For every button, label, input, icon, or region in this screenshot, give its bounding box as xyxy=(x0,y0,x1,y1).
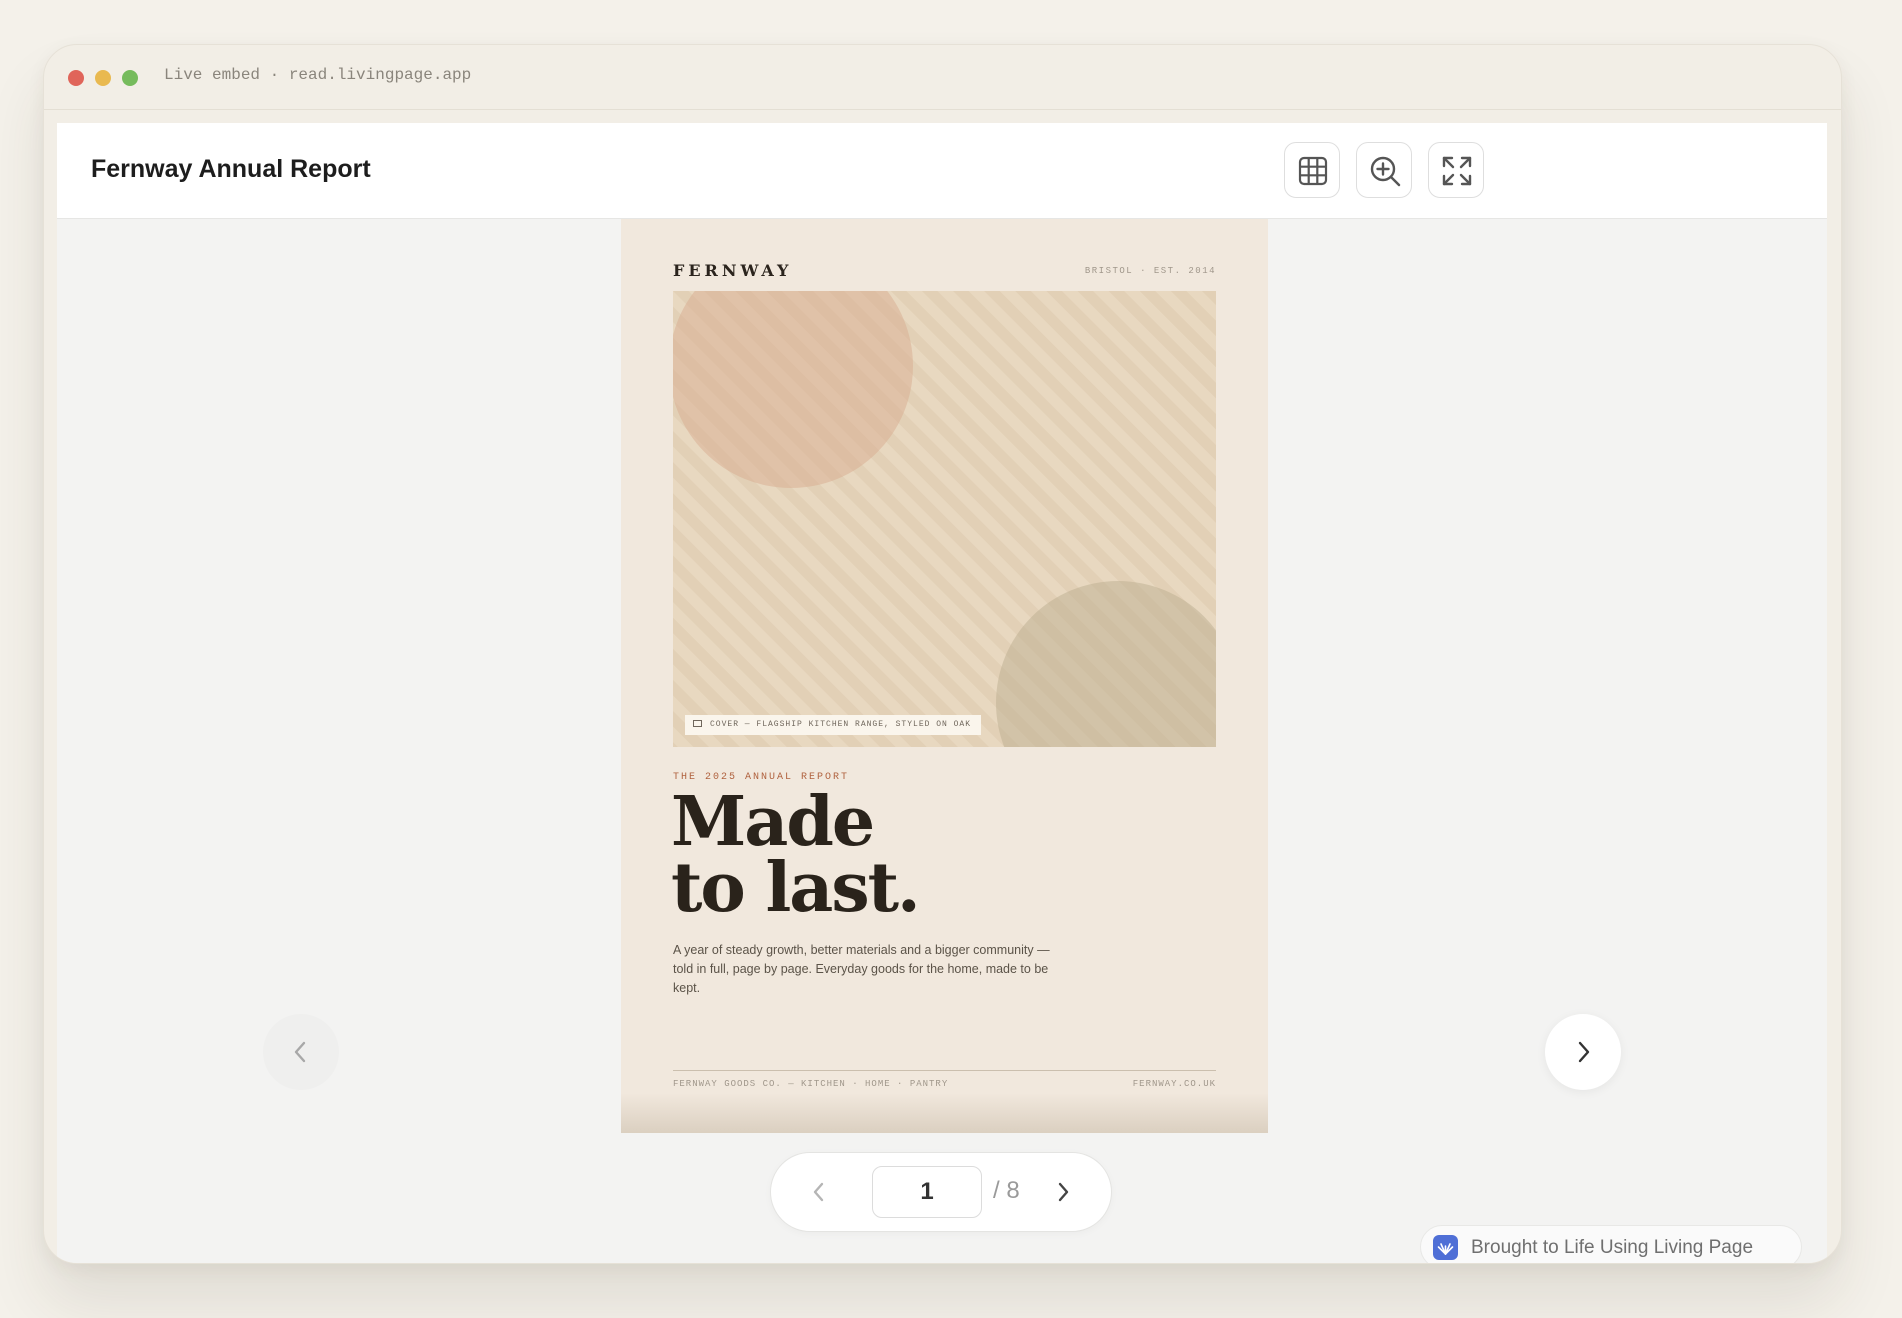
window-titlebar: Live embed · read.livingpage.app xyxy=(44,45,1841,110)
pager-previous-button[interactable] xyxy=(805,1178,833,1206)
page-stage: FERNWAY BRISTOL · EST. 2014 COVER — FLAG… xyxy=(57,219,1827,1263)
grid-icon xyxy=(1298,156,1328,186)
page-bottom-shadow xyxy=(621,1093,1268,1133)
cover-artwork xyxy=(673,291,1216,747)
brand-meta: BRISTOL · EST. 2014 xyxy=(1084,266,1216,276)
minimize-window-button[interactable] xyxy=(95,70,111,86)
image-icon xyxy=(693,720,702,727)
chevron-right-icon xyxy=(1058,1182,1069,1202)
footer-divider xyxy=(673,1070,1216,1071)
fullscreen-button[interactable] xyxy=(1428,142,1484,198)
chevron-left-icon xyxy=(813,1182,824,1202)
page-total: / 8 xyxy=(993,1177,1020,1204)
zoom-in-icon xyxy=(1370,156,1401,187)
chevron-right-icon xyxy=(1578,1041,1590,1063)
viewer-header: Fernway Annual Report xyxy=(57,123,1827,219)
previous-page-button[interactable] xyxy=(263,1014,339,1090)
close-window-button[interactable] xyxy=(68,70,84,86)
cover-headline: Made to last. xyxy=(671,782,921,928)
page-footer-left: FERNWAY GOODS CO. — KITCHEN · HOME · PAN… xyxy=(673,1079,949,1089)
next-page-button[interactable] xyxy=(1545,1014,1621,1090)
browser-window: Live embed · read.livingpage.app Fernway… xyxy=(43,44,1842,1264)
living-page-badge[interactable]: Brought to Life Using Living Page xyxy=(1420,1225,1802,1263)
headline-line-1: Made xyxy=(671,782,875,862)
badge-label: Brought to Life Using Living Page xyxy=(1471,1237,1754,1258)
cover-image-placeholder: COVER — FLAGSHIP KITCHEN RANGE, STYLED O… xyxy=(673,291,1216,747)
flipbook-viewer: Fernway Annual Report FERNWAY BRISTOL · … xyxy=(57,123,1827,1263)
living-page-logo-icon xyxy=(1433,1235,1458,1260)
grid-view-button[interactable] xyxy=(1284,142,1340,198)
pager-next-button[interactable] xyxy=(1049,1178,1077,1206)
expand-icon xyxy=(1442,156,1472,186)
headline-line-2: to last. xyxy=(671,848,921,928)
embed-url-label: Live embed · read.livingpage.app xyxy=(164,66,472,84)
maximize-window-button[interactable] xyxy=(122,70,138,86)
chevron-left-icon xyxy=(294,1041,306,1063)
brand-wordmark: FERNWAY xyxy=(673,261,793,280)
page-footer-right: FERNWAY.CO.UK xyxy=(1132,1079,1216,1089)
page-number-input[interactable] xyxy=(872,1166,982,1218)
cover-caption: COVER — FLAGSHIP KITCHEN RANGE, STYLED O… xyxy=(685,715,982,735)
document-title: Fernway Annual Report xyxy=(91,155,371,183)
flipbook-page[interactable]: FERNWAY BRISTOL · EST. 2014 COVER — FLAG… xyxy=(621,219,1268,1133)
cover-blurb: A year of steady growth, better material… xyxy=(673,943,1050,995)
page-pager: / 8 xyxy=(770,1152,1112,1232)
cover-caption-text: COVER — FLAGSHIP KITCHEN RANGE, STYLED O… xyxy=(710,720,972,729)
zoom-in-button[interactable] xyxy=(1356,142,1412,198)
